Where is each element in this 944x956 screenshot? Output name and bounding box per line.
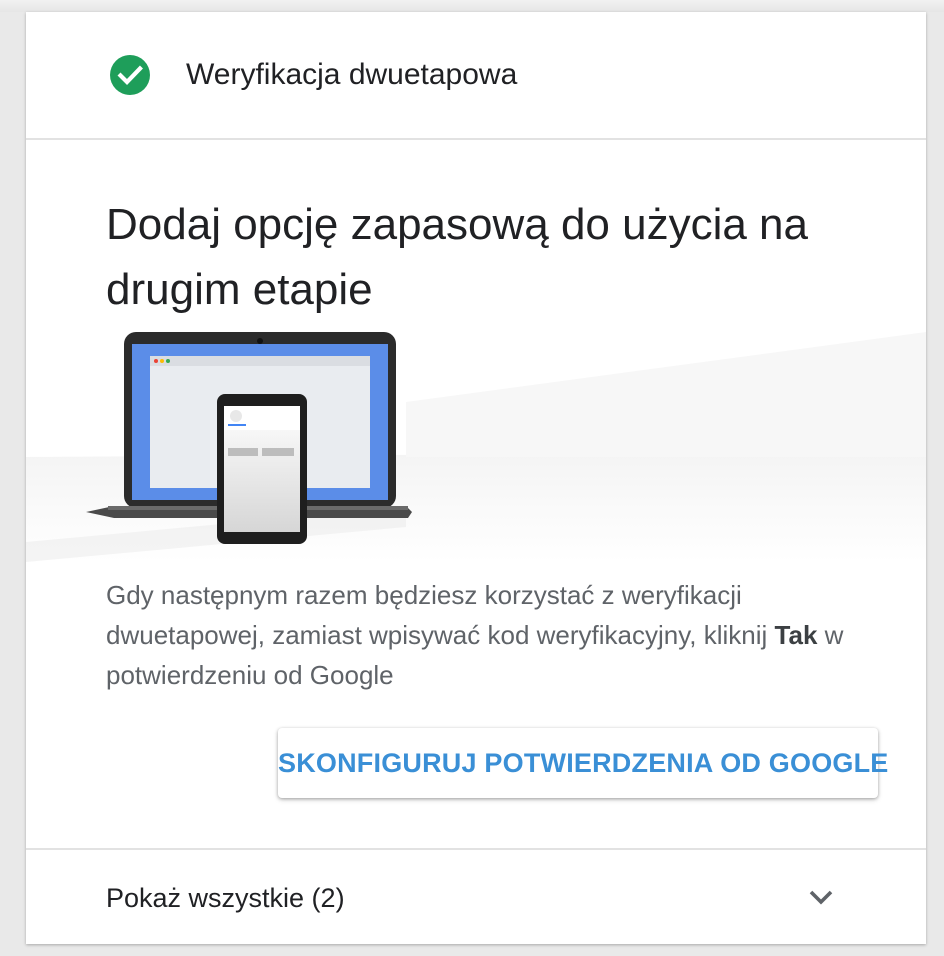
show-all-label: Pokaż wszystkie (2)	[106, 883, 345, 913]
page-title: Dodaj opcję zapasową do użycia na drugim…	[106, 200, 809, 314]
header-title: Weryfikacja dwuetapowa	[186, 58, 518, 91]
card-header: Weryfikacja dwuetapowa	[26, 12, 926, 140]
two-step-card: Weryfikacja dwuetapowa Dodaj opcję zapas…	[26, 12, 926, 944]
show-all-toggle[interactable]: Pokaż wszystkie (2)	[26, 850, 926, 944]
description-part-1: Gdy następnym razem będziesz korzystać z…	[106, 580, 775, 650]
description-bold: Tak	[774, 620, 818, 650]
check-circle-icon	[110, 55, 150, 95]
laptop-and-phone-icon	[26, 332, 926, 562]
chevron-down-icon[interactable]	[806, 882, 836, 912]
setup-google-prompts-button[interactable]: SKONFIGURUJ POTWIERDZENIA OD GOOGLE	[278, 728, 888, 798]
description-text: Gdy następnym razem będziesz korzystać z…	[106, 575, 886, 695]
top-strip	[0, 0, 944, 12]
